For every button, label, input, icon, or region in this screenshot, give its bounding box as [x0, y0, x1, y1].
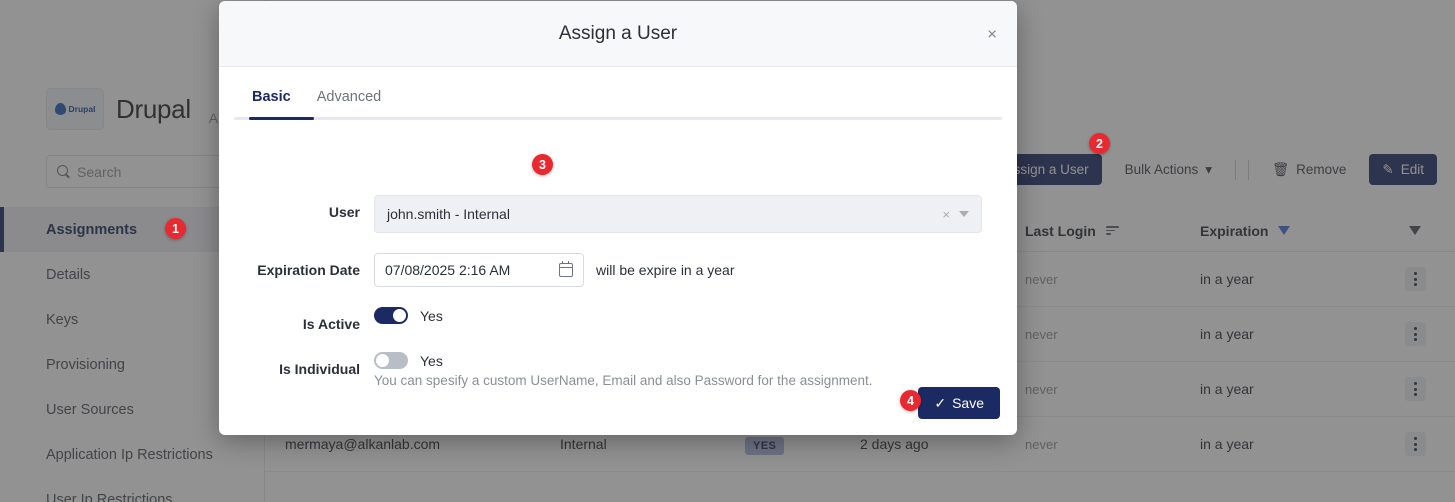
close-icon[interactable]: ×: [987, 25, 997, 42]
user-select[interactable]: john.smith - Internal ×: [374, 195, 982, 233]
dialog-header: Assign a User ×: [219, 1, 1017, 67]
tab-basic-label: Basic: [252, 89, 291, 105]
is-active-value: Yes: [420, 308, 443, 324]
expiration-date-input[interactable]: 07/08/2025 2:16 AM: [374, 253, 584, 287]
field-is-individual: Is Individual Yes You can spesify a cust…: [219, 352, 1017, 388]
step-badge-1: 1: [165, 218, 186, 239]
is-individual-label: Is Individual: [219, 352, 374, 377]
screen: Drupal Drupal Appl Assignments Details K…: [0, 0, 1455, 502]
tab-underline: [234, 117, 1002, 120]
save-label: Save: [952, 395, 984, 411]
check-icon: ✓: [934, 395, 946, 412]
step-badge-2: 2: [1089, 133, 1110, 154]
assign-a-user-dialog: Assign a User × Basic Advanced User: [219, 1, 1017, 435]
user-select-value: john.smith - Internal: [387, 206, 510, 222]
clear-icon[interactable]: ×: [942, 207, 950, 222]
assign-user-form: User john.smith - Internal × Expiration …: [219, 195, 1017, 408]
is-individual-hint: You can spesify a custom UserName, Email…: [374, 373, 1017, 388]
is-individual-toggle[interactable]: [374, 352, 408, 369]
expiration-date-value: 07/08/2025 2:16 AM: [385, 262, 510, 278]
expiration-date-label: Expiration Date: [219, 253, 374, 278]
dialog-title: Assign a User: [559, 23, 677, 45]
tab-advanced-label: Advanced: [317, 89, 382, 105]
dialog-body: Basic Advanced User john.smith - Interna…: [219, 67, 1017, 435]
dialog-tabs: Basic Advanced: [234, 89, 1002, 120]
is-active-label: Is Active: [219, 307, 374, 332]
user-label: User: [219, 195, 374, 220]
chevron-down-icon[interactable]: [959, 211, 969, 217]
step-badge-4: 4: [900, 390, 921, 411]
field-is-active: Is Active Yes: [219, 307, 1017, 332]
tab-row: Basic Advanced: [234, 89, 1002, 117]
step-badge-3: 3: [532, 154, 553, 175]
is-active-toggle[interactable]: [374, 307, 408, 324]
field-user: User john.smith - Internal ×: [219, 195, 1017, 233]
calendar-icon[interactable]: [559, 263, 573, 277]
tab-advanced[interactable]: Advanced: [317, 89, 382, 117]
is-individual-value: Yes: [420, 353, 443, 369]
field-expiration-date: Expiration Date 07/08/2025 2:16 AM will …: [219, 253, 1017, 287]
expiration-hint: will be expire in a year: [596, 262, 735, 278]
save-button[interactable]: ✓ Save: [918, 387, 1000, 419]
tab-basic[interactable]: Basic: [252, 89, 291, 117]
dialog-footer: ✓ Save: [918, 387, 1000, 419]
